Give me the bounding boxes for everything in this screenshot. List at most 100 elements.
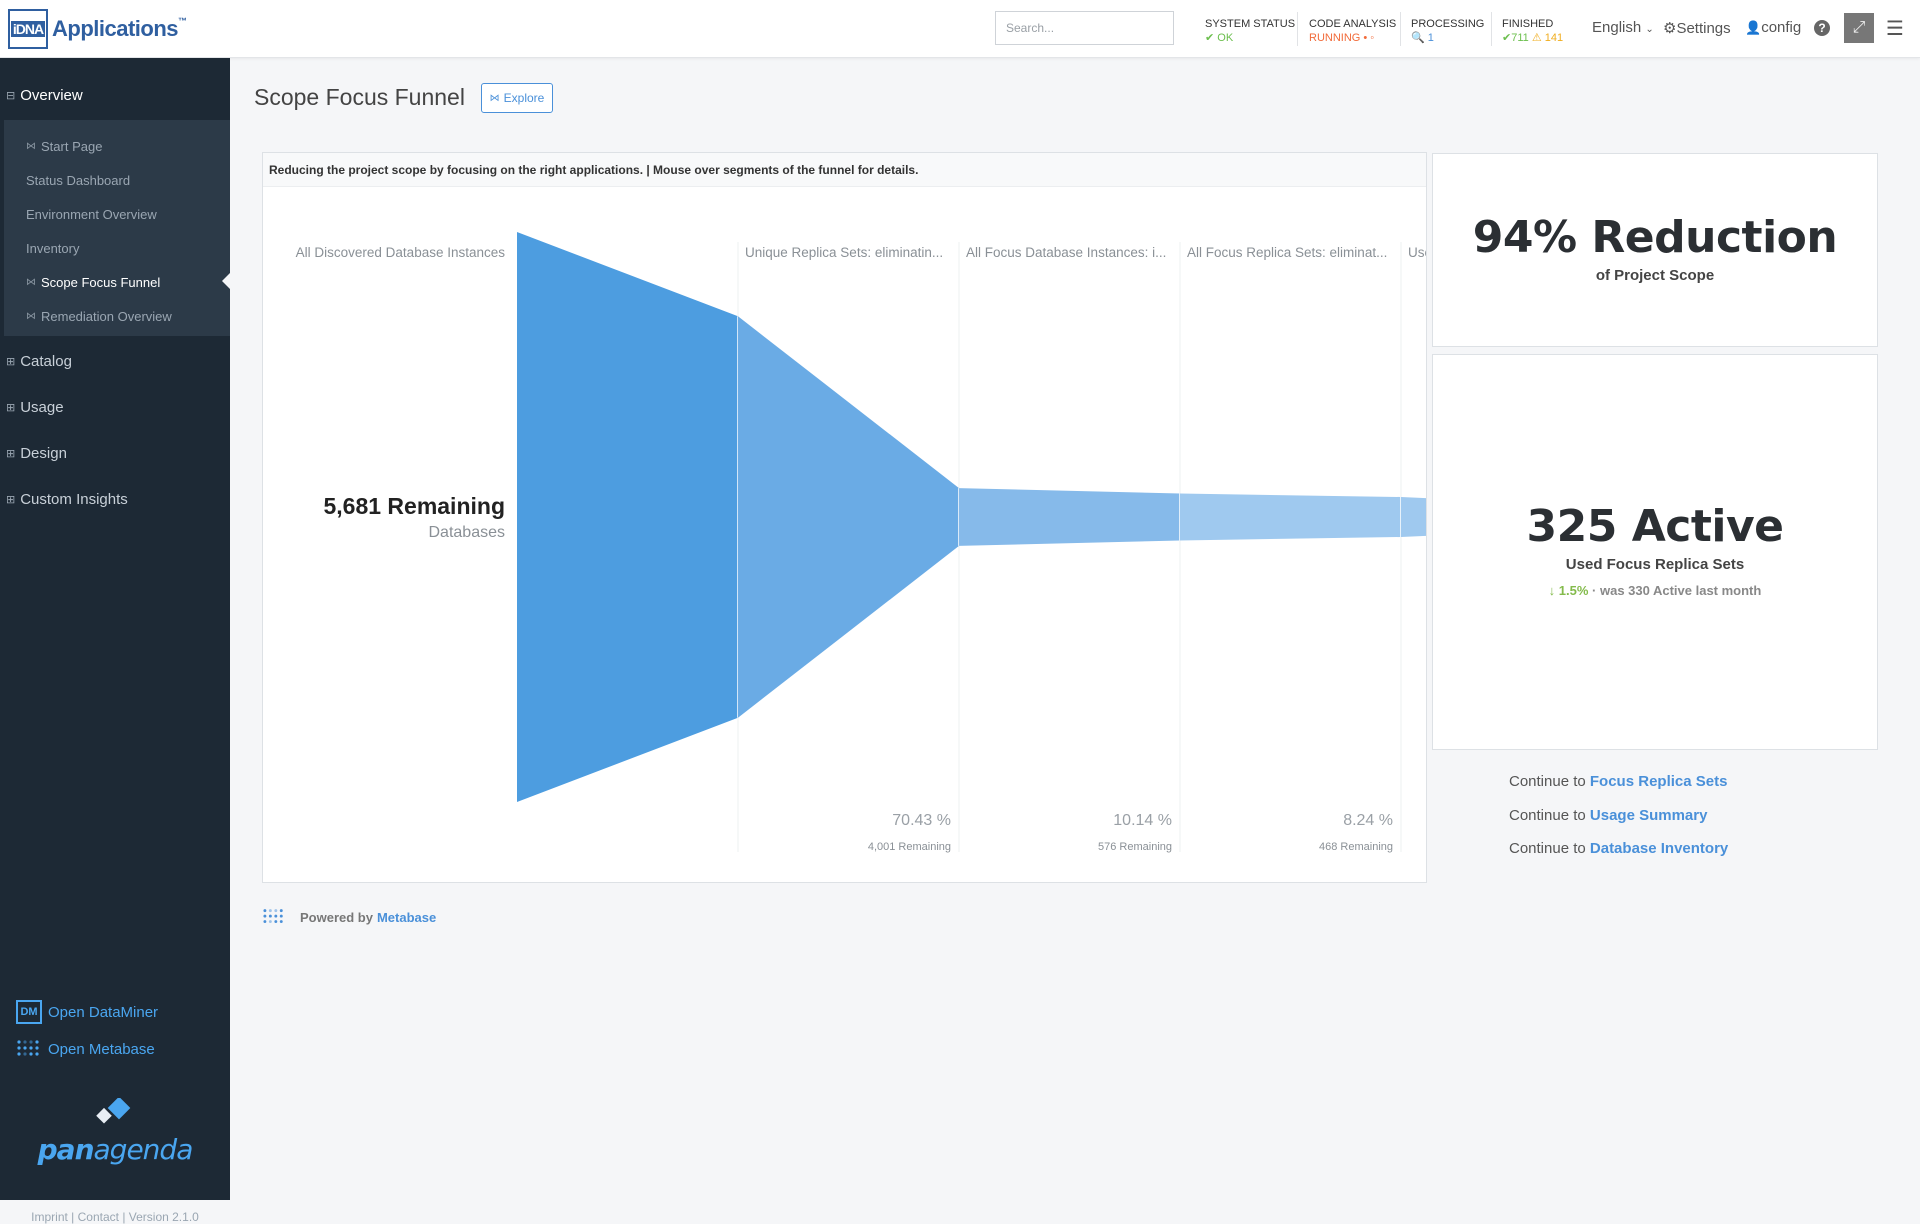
expand-icon: ⊞	[6, 355, 16, 368]
sidebar-item-label: Inventory	[26, 240, 80, 256]
settings-link[interactable]: ⚙Settings	[1663, 19, 1731, 37]
user-name: config	[1761, 19, 1802, 36]
user-menu[interactable]: 👤config	[1745, 19, 1801, 36]
finished-label: FINISHED	[1502, 18, 1554, 30]
search-input[interactable]	[995, 11, 1174, 45]
sidebar-section-label: Overview	[20, 86, 83, 104]
finished-status[interactable]: FINISHED ✔711 ⚠ 141	[1502, 17, 1563, 45]
finished-ok-count: ✔711	[1502, 32, 1529, 44]
sidebar-item-scope-focus-funnel[interactable]: ⋈ Scope Focus Funnel	[26, 272, 160, 292]
funnel-step-label: All Focus Database Instances: i...	[966, 245, 1166, 260]
explore-button[interactable]: ⋈ Explore	[481, 83, 553, 113]
funnel-segment[interactable]	[959, 488, 1180, 546]
sidebar-item-label: Scope Focus Funnel	[41, 274, 161, 290]
continue-focus-replica-sets: Continue to Focus Replica Sets	[1509, 773, 1727, 790]
fullscreen-icon[interactable]: ⤢	[1844, 13, 1874, 43]
sidebar-section-custom-insights[interactable]: ⊞ Custom Insights	[0, 484, 230, 514]
funnel-card: Reducing the project scope by focusing o…	[262, 152, 1427, 883]
sidebar-item-environment-overview[interactable]: Environment Overview	[26, 204, 157, 224]
help-icon[interactable]: ?	[1814, 20, 1830, 36]
funnel-step-remaining: 4,001 Remaining	[868, 841, 951, 853]
open-metabase-link[interactable]: Open Metabase	[16, 1038, 155, 1060]
open-metabase-label: Open Metabase	[48, 1040, 155, 1058]
language-label: English	[1592, 19, 1642, 36]
funnel-segment[interactable]	[517, 232, 738, 802]
expand-icon: ⊞	[6, 493, 16, 506]
settings-label: Settings	[1676, 20, 1731, 37]
active-trend: ↓ 1.5% · was 330 Active last month	[1433, 583, 1877, 598]
sidebar-section-overview[interactable]: ⊟ Overview	[0, 80, 230, 110]
database-inventory-link[interactable]: Database Inventory	[1590, 840, 1728, 857]
metabase-icon	[17, 1040, 39, 1056]
continue-prefix: Continue to	[1509, 807, 1590, 824]
sidebar-item-remediation-overview[interactable]: ⋈ Remediation Overview	[26, 306, 172, 326]
language-dropdown[interactable]: English ⌄	[1592, 19, 1654, 36]
sidebar-section-usage[interactable]: ⊞ Usage	[0, 392, 230, 422]
funnel-icon: ⋈	[26, 276, 36, 288]
idna-logo-icon: iDNA	[8, 9, 48, 49]
funnel-step-remaining: 576 Remaining	[1098, 841, 1172, 853]
processing-status[interactable]: PROCESSING 🔍 1	[1411, 17, 1484, 45]
active-caption: Used Focus Replica Sets	[1565, 556, 1745, 573]
trend-percent: 1.5%	[1558, 583, 1589, 598]
continue-usage-summary: Continue to Usage Summary	[1509, 807, 1707, 824]
dataminer-icon: DM	[16, 1000, 42, 1024]
funnel-step-label: All Focus Replica Sets: eliminat...	[1187, 245, 1387, 260]
usage-summary-link[interactable]: Usage Summary	[1590, 807, 1708, 824]
open-dataminer-label: Open DataMiner	[48, 1003, 159, 1021]
brand-agenda: agenda	[93, 1133, 194, 1166]
hamburger-menu-icon[interactable]: ☰	[1886, 16, 1904, 41]
powered-by: Powered by Metabase	[262, 907, 436, 927]
code-analysis-status[interactable]: CODE ANALYSIS RUNNING • ◦	[1309, 17, 1396, 45]
metabase-link[interactable]: Metabase	[377, 910, 436, 925]
funnel-icon: ⋈	[489, 92, 500, 104]
app-title: Applications™	[52, 16, 187, 41]
funnel-step-label: Unique Replica Sets: eliminatin...	[745, 245, 943, 260]
sidebar-section-label: Catalog	[20, 352, 72, 370]
sidebar-item-start-page[interactable]: ⋈ Start Page	[26, 136, 102, 156]
funnel-step-percent: 8.24 %	[1343, 812, 1393, 829]
panagenda-diamond-icon	[96, 1096, 131, 1124]
gear-icon: ⚙	[1663, 20, 1677, 37]
funnel-segment[interactable]	[738, 316, 959, 718]
system-status[interactable]: SYSTEM STATUS ✔ OK	[1205, 17, 1295, 45]
sidebar-section-design[interactable]: ⊞ Design	[0, 438, 230, 468]
funnel-segment[interactable]	[1401, 497, 1426, 537]
continue-database-inventory: Continue to Database Inventory	[1509, 840, 1728, 857]
trend-comparison: · was 330 Active last month	[1588, 583, 1762, 598]
funnel-description: Reducing the project scope by focusing o…	[263, 153, 1426, 187]
finished-warning-count: ⚠ 141	[1531, 32, 1564, 44]
focus-replica-sets-link[interactable]: Focus Replica Sets	[1590, 773, 1728, 790]
sidebar-section-catalog[interactable]: ⊞ Catalog	[0, 346, 230, 376]
funnel-step-remaining: 468 Remaining	[1319, 841, 1393, 853]
app-logo[interactable]: iDNA Applications™	[8, 8, 187, 50]
active-indicator	[222, 273, 230, 289]
sidebar-item-label: Environment Overview	[26, 206, 157, 222]
sidebar: ⊟ Overview ⋈ Start Page Status Dashboard …	[0, 58, 230, 1224]
status-divider	[1491, 12, 1492, 46]
metabase-icon	[263, 909, 283, 923]
reduction-caption: of Project Scope	[1595, 267, 1715, 284]
reduction-value: 94% Reduction	[1472, 212, 1838, 263]
funnel-step-label: Used Focus Replica Sets: narro...	[1408, 245, 1426, 260]
sidebar-item-status-dashboard[interactable]: Status Dashboard	[26, 170, 130, 190]
funnel-step-percent: 70.43 %	[892, 812, 951, 829]
collapse-icon: ⊟	[6, 89, 16, 102]
system-status-value: ✔ OK	[1205, 32, 1234, 44]
brand-pan: pan	[37, 1133, 95, 1166]
funnel-segment[interactable]	[1180, 493, 1401, 541]
open-dataminer-link[interactable]: DM Open DataMiner	[16, 1000, 158, 1024]
sidebar-footer-links[interactable]: Imprint | Contact | Version 2.1.0	[0, 1210, 230, 1224]
processing-value: 🔍 1	[1411, 32, 1434, 44]
reduction-kpi-card: 94% Reduction of Project Scope	[1432, 153, 1878, 347]
sidebar-item-inventory[interactable]: Inventory	[26, 238, 79, 258]
funnel-icon: ⋈	[26, 140, 36, 152]
panagenda-logo: panagenda	[0, 1096, 230, 1166]
funnel-step-percent: 10.14 %	[1113, 812, 1172, 829]
page-title: Scope Focus Funnel	[254, 84, 465, 110]
funnel-chart[interactable]: All Discovered Database Instances Unique …	[263, 187, 1426, 882]
explore-label: Explore	[503, 91, 545, 105]
funnel-icon: ⋈	[26, 310, 36, 322]
status-divider	[1400, 12, 1401, 46]
chevron-down-icon: ⌄	[1645, 24, 1654, 35]
